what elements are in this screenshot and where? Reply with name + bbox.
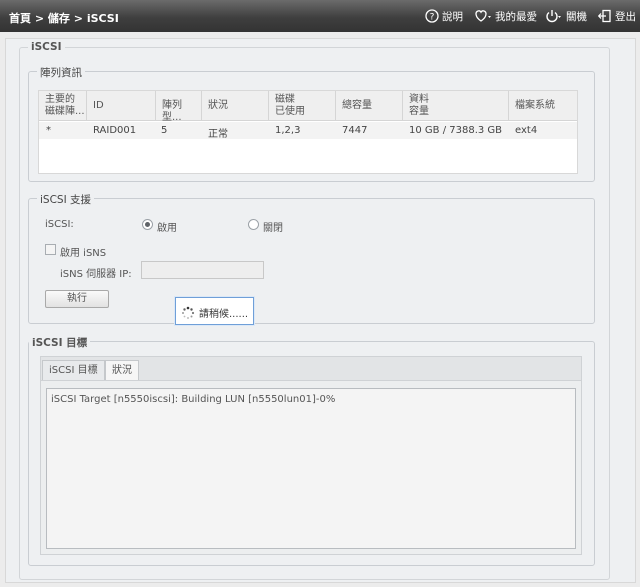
cell-data-capacity: 10 GB / 7388.3 GB: [409, 125, 503, 136]
breadcrumb: 首頁 > 儲存 > iSCSI: [9, 10, 119, 26]
iscsi-section-title: iSCSI: [28, 41, 65, 53]
tab-iscsi-target[interactable]: iSCSI 目標: [42, 360, 105, 381]
loading-spinner-icon: [182, 306, 195, 319]
iscsi-enable-label: 啟用: [157, 223, 177, 234]
col-header-status[interactable]: 狀況: [202, 91, 269, 121]
table-row[interactable]: * RAID001 5 正常 1,2,3 7447 10 GB / 7388.3…: [39, 122, 577, 140]
tab-status[interactable]: 狀況: [105, 360, 139, 381]
logout-icon: [598, 9, 611, 23]
breadcrumb-current: iSCSI: [86, 12, 119, 25]
iscsi-disable-label: 關閉: [263, 223, 283, 234]
breadcrumb-separator: >: [34, 12, 45, 25]
col-header-master[interactable]: 主要的 磁碟陣...: [39, 91, 87, 121]
isns-enable-checkbox[interactable]: [45, 244, 56, 255]
col-header-disks-used[interactable]: 磁碟 已使用: [269, 91, 336, 121]
logout-button[interactable]: 登出: [598, 8, 636, 24]
col-header-total-capacity[interactable]: 總容量: [336, 91, 403, 121]
iscsi-label: iSCSI:: [45, 219, 74, 230]
iscsi-disable-radio[interactable]: [248, 219, 259, 230]
cell-id: RAID001: [93, 125, 137, 136]
help-button[interactable]: ? 說明: [425, 8, 463, 24]
col-header-id[interactable]: ID: [87, 91, 156, 121]
col-header-filesystem[interactable]: 檔案系統: [509, 91, 577, 121]
breadcrumb-separator: >: [73, 12, 83, 25]
isns-server-ip-input[interactable]: [141, 261, 264, 279]
apply-button[interactable]: 執行: [45, 290, 109, 308]
top-bar: 首頁 > 儲存 > iSCSI ? 說明 我的最愛 關機 登出: [0, 0, 640, 32]
heart-icon: [475, 10, 491, 22]
status-log-area[interactable]: iSCSI Target [n5550iscsi]: Building LUN …: [46, 388, 576, 549]
cell-filesystem: ext4: [515, 125, 538, 136]
status-log-line: iSCSI Target [n5550iscsi]: Building LUN …: [51, 394, 336, 405]
raid-table-header: 主要的 磁碟陣... ID 陣列型... 狀況 磁碟 已使用 總容量 資料 容量…: [39, 91, 577, 123]
isns-enable-label: 啟用 iSNS: [60, 248, 107, 259]
favorites-button[interactable]: 我的最愛: [474, 8, 537, 24]
iscsi-target-title: iSCSI 目標: [29, 335, 91, 350]
cell-disks: 1,2,3: [275, 125, 301, 136]
svg-text:?: ?: [430, 13, 435, 23]
iscsi-support-title: iSCSI 支援: [37, 192, 95, 207]
iscsi-enable-radio[interactable]: [142, 219, 153, 230]
shutdown-button[interactable]: 關機: [545, 8, 587, 24]
target-tab-strip: iSCSI 目標 狀況: [40, 356, 582, 381]
target-tab-panel: iSCSI Target [n5550iscsi]: Building LUN …: [40, 380, 582, 555]
help-icon: ?: [425, 9, 439, 23]
breadcrumb-storage[interactable]: 儲存: [48, 12, 70, 25]
cell-master: *: [46, 125, 51, 136]
cell-raid-level: 5: [161, 125, 168, 136]
power-icon: [546, 10, 561, 23]
logout-label: 登出: [615, 10, 636, 23]
favorites-label: 我的最愛: [495, 10, 537, 23]
iscsi-support-group: iSCSI 支援: [28, 192, 595, 324]
col-header-raid-level[interactable]: 陣列型...: [156, 91, 202, 123]
cell-total-capacity: 7447: [342, 125, 368, 136]
help-label: 說明: [442, 10, 463, 23]
please-wait-text: 請稍候......: [199, 309, 249, 320]
raid-table: 主要的 磁碟陣... ID 陣列型... 狀況 磁碟 已使用 總容量 資料 容量…: [38, 90, 578, 174]
isns-server-label: iSNS 伺服器 IP:: [60, 269, 132, 280]
col-header-data-capacity[interactable]: 資料 容量: [403, 91, 509, 121]
shutdown-label: 關機: [566, 10, 587, 23]
raid-info-title: 陣列資訊: [37, 65, 85, 80]
cell-status: 正常: [208, 129, 228, 140]
please-wait-dialog: 請稍候......: [175, 297, 254, 325]
breadcrumb-home[interactable]: 首頁: [9, 12, 31, 25]
